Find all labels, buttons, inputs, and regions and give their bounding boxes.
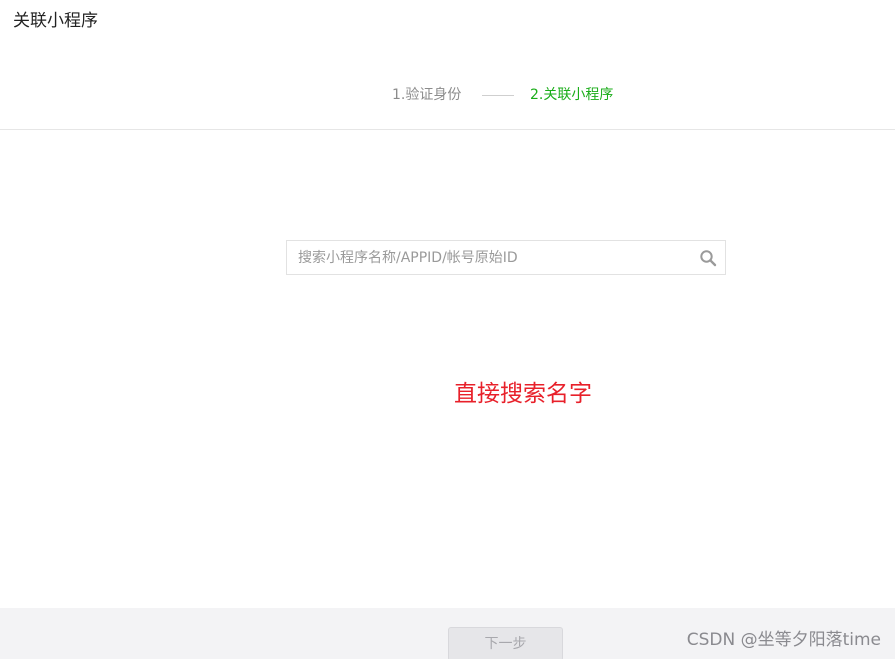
watermark: CSDN @坐等夕阳落time — [686, 630, 881, 650]
header-divider — [0, 129, 895, 130]
step-verify-identity: 1.验证身份 — [392, 87, 462, 103]
search-box — [286, 240, 726, 275]
page: 关联小程序 1.验证身份 2.关联小程序 直接搜索名字 下一步 CSDN @坐等… — [0, 0, 895, 659]
next-step-button[interactable]: 下一步 — [448, 627, 563, 659]
page-title: 关联小程序 — [13, 11, 98, 31]
footer-bar: 下一步 CSDN @坐等夕阳落time — [0, 608, 895, 659]
search-icon[interactable] — [699, 249, 717, 267]
search-input[interactable] — [287, 241, 687, 274]
annotation-text: 直接搜索名字 — [454, 381, 592, 407]
step-link-mini-program: 2.关联小程序 — [530, 87, 614, 103]
step-connector-line — [482, 95, 514, 96]
step-indicator: 1.验证身份 2.关联小程序 — [0, 84, 895, 106]
